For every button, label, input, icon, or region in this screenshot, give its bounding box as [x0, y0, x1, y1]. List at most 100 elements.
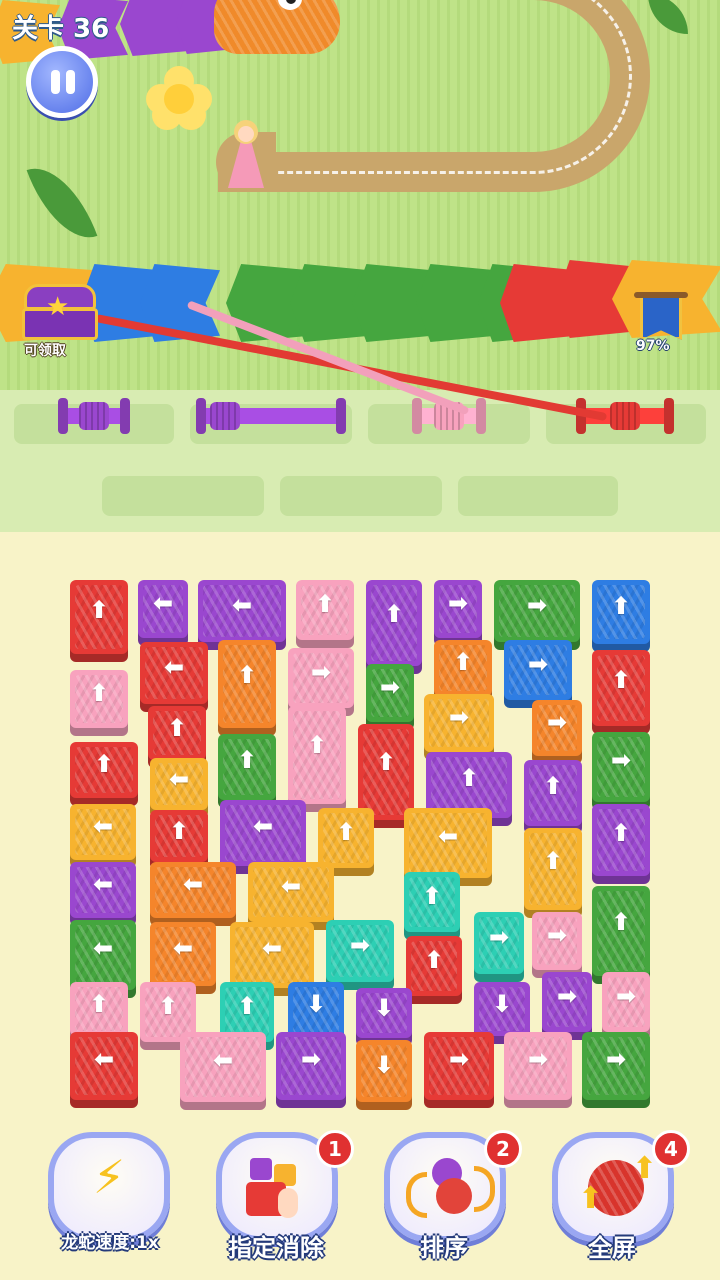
yarn-tile-purple-right[interactable]: ➡ — [434, 580, 482, 638]
arrow-down-icon: ⬇ — [305, 990, 327, 1019]
arrow-up-icon: ⬆ — [375, 748, 397, 777]
arrow-right-icon: ➡ — [448, 1045, 470, 1074]
yarn-tile-purple-down[interactable]: ⬇ — [474, 982, 530, 1036]
arrow-right-icon: ➡ — [610, 746, 632, 774]
flower-decoration — [146, 66, 212, 130]
yarn-tile-teal-right[interactable]: ➡ — [474, 912, 524, 974]
yarn-tile-orange-up[interactable]: ⬆ — [434, 640, 492, 696]
yarn-tile-purple-left[interactable]: ⬅ — [220, 800, 306, 866]
yarn-tile-pink-up[interactable]: ⬆ — [296, 580, 354, 640]
level-label: 关卡 36 — [12, 14, 110, 44]
yarn-tile-red-left[interactable]: ⬅ — [70, 1032, 138, 1100]
yarn-tile-red-right[interactable]: ➡ — [424, 1032, 494, 1100]
arrow-down-icon: ⬇ — [373, 1050, 395, 1079]
yarn-tile-yellow-up[interactable]: ⬆ — [524, 828, 582, 910]
yarn-tile-orange-right[interactable]: ➡ — [532, 700, 582, 756]
arrow-right-icon: ➡ — [546, 921, 568, 950]
arrow-left-icon: ⬅ — [92, 812, 114, 841]
arrow-right-icon: ➡ — [447, 589, 469, 618]
yarn-tile-blue-down[interactable]: ⬇ — [288, 982, 344, 1038]
yarn-tile-red-up[interactable]: ⬆ — [150, 810, 208, 862]
arrow-up-icon: ⬆ — [542, 846, 564, 875]
yarn-tile-green-right[interactable]: ➡ — [592, 732, 650, 802]
yarn-tile-red-left[interactable]: ⬅ — [140, 642, 208, 704]
yarn-tile-green-right[interactable]: ➡ — [582, 1032, 650, 1100]
yarn-tile-green-up[interactable]: ⬆ — [592, 886, 650, 976]
fullscreen-powerup-label: 全屏 — [588, 1234, 636, 1262]
yarn-tile-red-up[interactable]: ⬆ — [358, 724, 414, 820]
yarn-tile-pink-left[interactable]: ⬅ — [180, 1032, 266, 1102]
arrow-down-icon: ⬇ — [373, 994, 395, 1022]
arrow-up-icon: ⬆ — [610, 908, 632, 936]
arrow-up-icon: ⬆ — [306, 731, 328, 760]
yarn-tile-pink-right[interactable]: ➡ — [602, 972, 650, 1032]
yarn-tile-pink-right[interactable]: ➡ — [288, 648, 354, 708]
yarn-tile-orange-left[interactable]: ⬅ — [150, 862, 236, 918]
yarn-tile-purple-left[interactable]: ⬅ — [70, 862, 136, 918]
arrow-up-icon: ⬆ — [314, 590, 336, 618]
arrow-right-icon: ➡ — [310, 658, 332, 686]
yarn-tile-green-right[interactable]: ➡ — [366, 664, 414, 722]
arrow-up-icon: ⬆ — [88, 679, 110, 708]
yarn-tile-purple-up[interactable]: ⬆ — [366, 580, 422, 666]
yarn-tile-orange-down[interactable]: ⬇ — [356, 1040, 412, 1102]
arrow-right-icon: ➡ — [379, 673, 401, 702]
arrow-up-icon: ⬆ — [335, 818, 357, 846]
arrow-left-icon: ⬅ — [93, 1045, 115, 1074]
yarn-tile-yellow-left[interactable]: ⬅ — [150, 758, 208, 810]
yarn-tile-orange-up[interactable]: ⬆ — [218, 640, 276, 728]
yarn-tile-pink-up[interactable]: ⬆ — [70, 670, 128, 728]
yarn-tile-red-up[interactable]: ⬆ — [592, 650, 650, 726]
yarn-tile-teal-up[interactable]: ⬆ — [404, 872, 460, 932]
yarn-tile-purple-up[interactable]: ⬆ — [592, 804, 650, 876]
yarn-tile-yellow-left[interactable]: ⬅ — [248, 862, 334, 922]
yarn-tile-green-right[interactable]: ➡ — [494, 580, 580, 642]
yarn-tile-yellow-left[interactable]: ⬅ — [70, 804, 136, 860]
yarn-tile-red-up[interactable]: ⬆ — [70, 742, 138, 798]
yarn-tile-red-up[interactable]: ⬆ — [148, 706, 206, 760]
speed-powerup-button[interactable]: ⚡ — [48, 1132, 170, 1242]
arrow-left-icon: ⬅ — [437, 822, 459, 850]
arrow-up-icon: ⬆ — [236, 992, 258, 1020]
arrow-left-icon: ⬅ — [163, 652, 185, 681]
yarn-tile-purple-right[interactable]: ➡ — [542, 972, 592, 1032]
arrow-right-icon: ➡ — [527, 1045, 549, 1074]
yarn-tile-pink-right[interactable]: ➡ — [504, 1032, 572, 1100]
yarn-tile-blue-right[interactable]: ➡ — [504, 640, 572, 700]
yarn-tile-blue-up[interactable]: ⬆ — [592, 580, 650, 644]
reward-chest[interactable]: ★ — [22, 284, 98, 340]
arrow-left-icon: ⬅ — [182, 870, 204, 899]
arrow-down-icon: ⬇ — [491, 989, 513, 1018]
remove-powerup-label: 指定消除 — [228, 1234, 324, 1262]
arrow-up-icon: ⬆ — [88, 595, 110, 624]
arrow-left-icon: ⬅ — [172, 933, 194, 962]
arrow-left-icon: ⬅ — [280, 872, 302, 900]
yarn-tile-purple-up[interactable]: ⬆ — [524, 760, 582, 826]
yarn-tile-red-up[interactable]: ⬆ — [70, 580, 128, 654]
yarn-tile-purple-left[interactable]: ⬅ — [198, 580, 286, 642]
sort-powerup-label: 排序 — [420, 1234, 468, 1262]
arrow-left-icon: ⬅ — [212, 1046, 234, 1074]
yarn-tile-green-up[interactable]: ⬆ — [218, 734, 276, 800]
pause-button[interactable] — [26, 46, 98, 118]
yarn-tile-pink-up[interactable]: ⬆ — [288, 706, 346, 804]
yarn-tile-pink-right[interactable]: ➡ — [532, 912, 582, 970]
yarn-tile-pink-up[interactable]: ⬆ — [70, 982, 128, 1036]
arrow-up-icon: ⬆ — [423, 946, 445, 974]
yarn-tile-red-up[interactable]: ⬆ — [406, 936, 462, 996]
yarn-tile-yellow-up[interactable]: ⬆ — [318, 808, 374, 868]
spool-slot — [280, 476, 442, 516]
yarn-tile-yellow-right[interactable]: ➡ — [424, 694, 494, 752]
yarn-tile-teal-right[interactable]: ➡ — [326, 920, 394, 982]
yarn-tile-purple-down[interactable]: ⬇ — [356, 988, 412, 1038]
yarn-tile-green-left[interactable]: ⬅ — [70, 920, 136, 990]
yarn-tile-orange-left[interactable]: ⬅ — [150, 922, 216, 986]
yarn-tile-purple-right[interactable]: ➡ — [276, 1032, 346, 1100]
yarn-tile-yellow-left[interactable]: ⬅ — [230, 922, 314, 988]
arrow-left-icon: ⬅ — [231, 590, 253, 619]
arrow-left-icon: ⬅ — [168, 764, 190, 793]
yarn-tile-purple-left[interactable]: ⬅ — [138, 580, 188, 638]
yarn-tile-yellow-left[interactable]: ⬅ — [404, 808, 492, 878]
chest-claim-label: 可领取 — [24, 343, 66, 359]
arrow-right-icon: ➡ — [605, 1045, 627, 1074]
